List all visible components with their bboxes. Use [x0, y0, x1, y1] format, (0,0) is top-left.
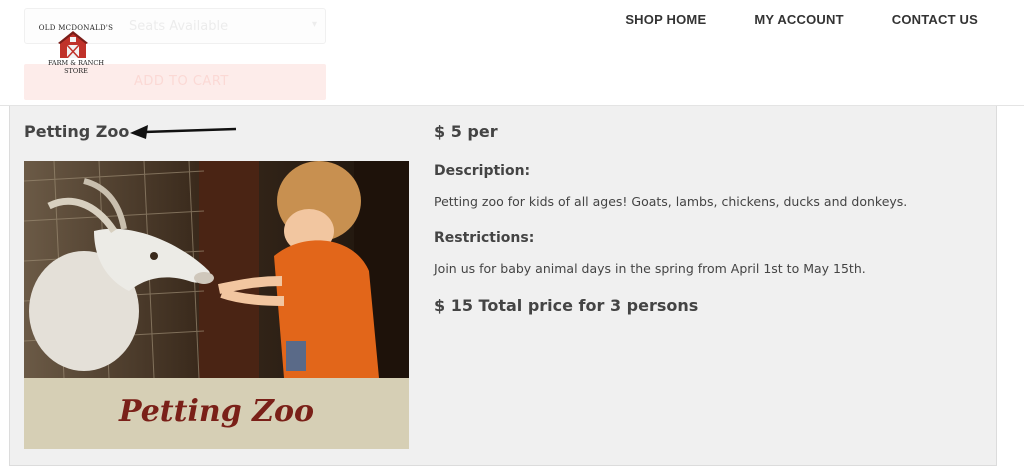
add-to-cart-label: ADD TO CART	[134, 74, 229, 89]
description-label: Description:	[434, 163, 531, 179]
logo-bottom-line2: STORE	[64, 67, 88, 75]
total-price: $ 15 Total price for 3 persons	[434, 296, 699, 315]
barn-icon	[58, 31, 88, 58]
product-image: Petting Zoo	[24, 161, 409, 449]
main-nav: SHOP HOME MY ACCOUNT CONTACT US	[625, 12, 978, 27]
logo-bottom-line1: FARM & RANCH	[47, 59, 105, 67]
nav-my-account[interactable]: MY ACCOUNT	[754, 12, 843, 27]
page: Seats Available ▾ ADD TO CART OLD MCDONA…	[0, 0, 1024, 470]
logo-bottom-text: FARM & RANCH STORE	[38, 59, 114, 75]
image-caption: Petting Zoo	[24, 378, 409, 449]
product-price: $ 5 per	[434, 122, 498, 141]
left-arrow-icon	[130, 125, 237, 139]
petting-zoo-photo	[24, 161, 409, 379]
image-caption-text: Petting Zoo	[118, 394, 315, 429]
store-logo[interactable]: OLD MCDONALD'S FARM & RANCH STORE	[38, 12, 114, 84]
description-text: Petting zoo for kids of all ages! Goats,…	[434, 194, 908, 209]
restrictions-text: Join us for baby animal days in the spri…	[434, 261, 866, 276]
site-header: Seats Available ▾ ADD TO CART OLD MCDONA…	[0, 0, 1024, 106]
nav-contact-us[interactable]: CONTACT US	[892, 12, 978, 27]
seats-select-text: Seats Available	[129, 19, 229, 34]
restrictions-label: Restrictions:	[434, 230, 535, 246]
chevron-down-icon: ▾	[311, 19, 317, 30]
product-title: Petting Zoo	[24, 122, 130, 141]
nav-shop-home[interactable]: SHOP HOME	[625, 12, 706, 27]
product-panel: Petting Zoo Petting Zoo $ 5 per Descript…	[9, 106, 997, 466]
